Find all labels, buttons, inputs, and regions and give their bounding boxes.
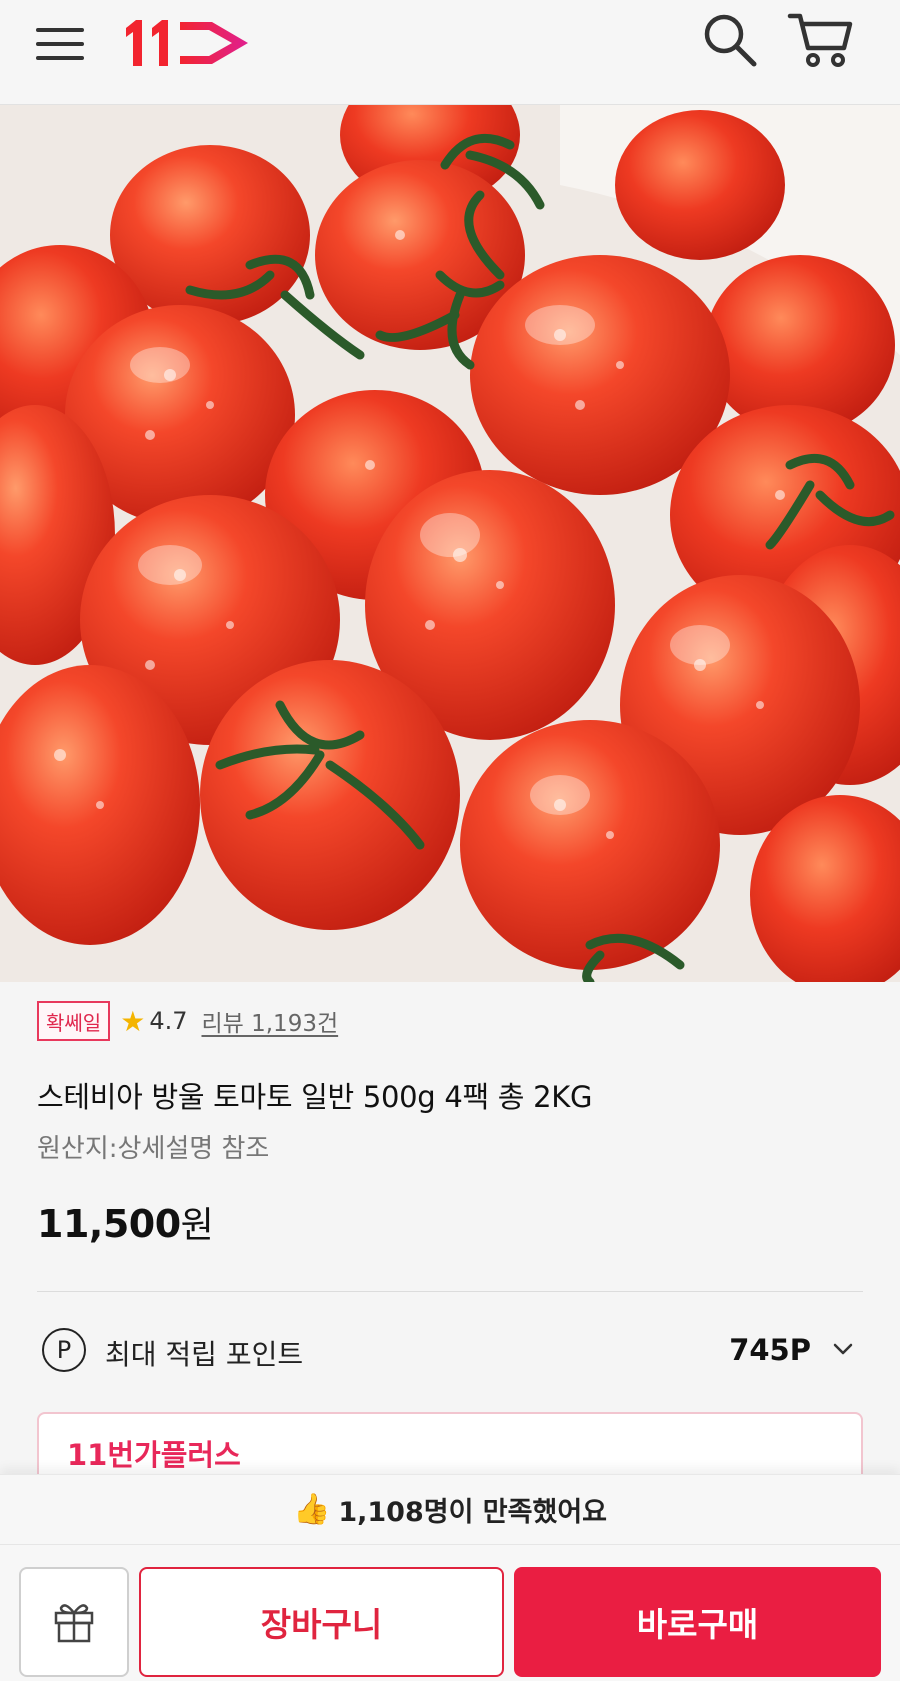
- points-label: 최대 적립 포인트: [105, 1338, 304, 1371]
- sale-badge: 확쎄일: [37, 1001, 111, 1041]
- buy-now-button[interactable]: 바로구매: [514, 1567, 881, 1677]
- divider: [37, 1291, 863, 1292]
- product-origin: 원산지:상세설명 참조: [37, 1134, 270, 1164]
- top-header: [0, 0, 900, 105]
- price-unit: 원: [180, 1205, 214, 1246]
- 11st-logo[interactable]: [120, 10, 260, 70]
- bottom-action-bar: 장바구니 바로구매: [0, 1544, 900, 1681]
- menu-icon[interactable]: [36, 24, 86, 64]
- thumbs-up-icon: 👍: [292, 1492, 331, 1527]
- satisfaction-bar: 👍 1,108명이 만족했어요: [0, 1474, 900, 1544]
- plus-card-title: 11번가플러스: [67, 1438, 241, 1472]
- chevron-down-icon: [833, 1343, 853, 1355]
- satisfaction-text: 1,108명이 만족했어요: [338, 1497, 608, 1528]
- max-points-row[interactable]: P 최대 적립 포인트 745P: [37, 1320, 863, 1380]
- star-icon: ★: [120, 1004, 146, 1038]
- review-count-link[interactable]: 리뷰 1,193건: [201, 1004, 338, 1038]
- gift-button[interactable]: [19, 1567, 129, 1677]
- rating-row: 확쎄일 ★ 4.7 리뷰 1,193건: [37, 1001, 338, 1041]
- rating-value: 4.7: [149, 1007, 188, 1035]
- gift-icon: [54, 1604, 94, 1643]
- product-title: 스테비아 방울 토마토 일반 500g 4팩 총 2KG: [37, 1080, 593, 1114]
- price-number: 11,500: [37, 1202, 181, 1246]
- search-icon[interactable]: [700, 10, 760, 70]
- points-value: 745P: [729, 1333, 811, 1367]
- product-image[interactable]: [0, 105, 900, 982]
- add-to-cart-button[interactable]: 장바구니: [139, 1567, 504, 1677]
- point-icon: P: [42, 1328, 86, 1372]
- product-price: 11,500원: [37, 1196, 214, 1248]
- cart-icon[interactable]: [786, 8, 856, 70]
